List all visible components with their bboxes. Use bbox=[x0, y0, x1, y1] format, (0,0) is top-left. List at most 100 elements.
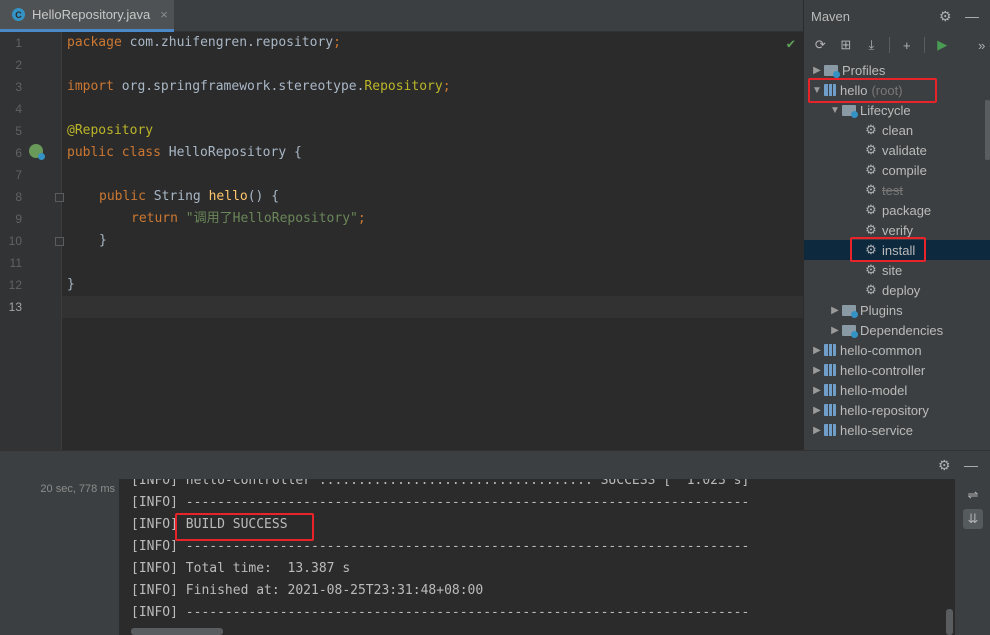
console-line: [INFO] ---------------------------------… bbox=[131, 602, 749, 624]
gear-icon: ⚙ bbox=[864, 262, 878, 278]
highlight-box-build-success bbox=[175, 513, 314, 541]
maven-module-icon bbox=[824, 364, 836, 376]
spring-bean-icon[interactable] bbox=[29, 144, 43, 158]
code-area[interactable]: package com.zhuifengren.repository; impo… bbox=[62, 32, 803, 450]
code-line: } bbox=[67, 274, 75, 296]
line-number: 1 bbox=[0, 32, 22, 54]
maven-module-icon bbox=[824, 404, 836, 416]
run-header: ⚙ — bbox=[0, 451, 990, 479]
chevron-right-icon[interactable]: ▶ bbox=[828, 325, 842, 336]
line-number: 12 bbox=[0, 274, 22, 296]
console-line: [INFO] Finished at: 2021-08-25T23:31:48+… bbox=[131, 580, 483, 602]
goal-test-skipped[interactable]: ⚙test bbox=[864, 180, 903, 200]
chevron-right-icon[interactable]: ▶ bbox=[810, 385, 824, 396]
gear-icon[interactable]: ⚙ bbox=[939, 8, 952, 25]
line-number: 11 bbox=[0, 252, 22, 274]
highlight-box-install bbox=[850, 237, 926, 262]
line-number: 2 bbox=[0, 54, 22, 76]
goal-site[interactable]: ⚙site bbox=[864, 260, 902, 280]
minimize-icon[interactable]: — bbox=[964, 457, 978, 473]
chevron-right-icon[interactable]: ▶ bbox=[810, 425, 824, 436]
vertical-scrollbar[interactable] bbox=[946, 609, 953, 635]
chevron-right-icon[interactable]: ▶ bbox=[810, 405, 824, 416]
code-line: public class HelloRepository { bbox=[67, 142, 302, 164]
run-tree: 20 sec, 778 ms bbox=[0, 479, 119, 635]
gear-icon: ⚙ bbox=[864, 142, 878, 158]
chevron-right-icon[interactable]: ▶ bbox=[810, 345, 824, 356]
goal-package[interactable]: ⚙package bbox=[864, 200, 931, 220]
tree-item-module[interactable]: ▶hello-model bbox=[810, 380, 907, 400]
editor-tab-bar: C HelloRepository.java × bbox=[0, 0, 803, 32]
goal-clean[interactable]: ⚙clean bbox=[864, 120, 913, 140]
tree-item-module[interactable]: ▶hello-repository bbox=[810, 400, 929, 420]
tree-item-module[interactable]: ▶hello-controller bbox=[810, 360, 925, 380]
console-line: [INFO] Total time: 13.387 s bbox=[131, 558, 350, 580]
code-line: public String hello() { bbox=[99, 186, 279, 208]
gear-icon: ⚙ bbox=[864, 222, 878, 238]
gear-icon: ⚙ bbox=[864, 122, 878, 138]
close-icon[interactable]: × bbox=[160, 7, 168, 22]
chevron-right-icon[interactable]: ▶ bbox=[810, 365, 824, 376]
run-panel: ⚙ — 20 sec, 778 ms [INFO] hello-controll… bbox=[0, 450, 990, 634]
download-icon[interactable]: ⤓ bbox=[863, 37, 880, 53]
line-number: 9 bbox=[0, 208, 22, 230]
line-number: 5 bbox=[0, 120, 22, 142]
tree-item-module[interactable]: ▶hello-common bbox=[810, 340, 922, 360]
console-output[interactable]: [INFO] hello-controller ................… bbox=[119, 479, 955, 635]
maven-module-icon bbox=[824, 424, 836, 436]
console-side-toolbar: ⇌ ⇊ bbox=[955, 479, 990, 635]
tab-hello-repository[interactable]: C HelloRepository.java × bbox=[0, 0, 174, 32]
more-icon[interactable]: » bbox=[974, 38, 990, 53]
line-number: 8 bbox=[0, 186, 22, 208]
run-icon[interactable]: ▶ bbox=[934, 37, 951, 53]
maven-module-icon bbox=[824, 344, 836, 356]
line-number: 7 bbox=[0, 164, 22, 186]
inspection-ok-icon[interactable]: ✔ bbox=[787, 36, 795, 52]
chevron-right-icon[interactable]: ▶ bbox=[828, 305, 842, 316]
console-line: [INFO] hello-controller ................… bbox=[131, 479, 749, 492]
gear-icon: ⚙ bbox=[864, 182, 878, 198]
maven-scrollbar[interactable] bbox=[985, 100, 990, 160]
maven-title: Maven bbox=[811, 9, 850, 24]
soft-wrap-icon[interactable]: ⇌ bbox=[963, 485, 983, 505]
add-project-icon[interactable]: + bbox=[899, 38, 916, 53]
tree-item-plugins[interactable]: ▶ Plugins bbox=[828, 300, 903, 320]
line-number: 4 bbox=[0, 98, 22, 120]
highlight-box-root bbox=[808, 78, 937, 103]
code-line: } bbox=[99, 230, 107, 252]
console-line: [INFO] ---------------------------------… bbox=[131, 492, 749, 514]
code-line: import org.springframework.stereotype.Re… bbox=[67, 76, 451, 98]
goal-validate[interactable]: ⚙validate bbox=[864, 140, 927, 160]
maven-panel: Maven ⚙ — ⟳ ⊞ ⤓ + ▶ » ▶ Profiles ▼ hello… bbox=[803, 0, 990, 450]
chevron-down-icon[interactable]: ▼ bbox=[828, 105, 842, 116]
gear-icon: ⚙ bbox=[864, 162, 878, 178]
tree-item-dependencies[interactable]: ▶ Dependencies bbox=[828, 320, 943, 340]
tree-item-module[interactable]: ▶hello-service bbox=[810, 420, 913, 440]
toolbar-divider bbox=[924, 37, 925, 53]
code-line: return "调用了HelloRepository"; bbox=[131, 208, 366, 230]
minimize-icon[interactable]: — bbox=[965, 8, 979, 24]
goal-compile[interactable]: ⚙compile bbox=[864, 160, 927, 180]
dependencies-icon bbox=[842, 325, 856, 336]
maven-module-icon bbox=[824, 384, 836, 396]
line-number: 3 bbox=[0, 76, 22, 98]
editor-gutter: 1 2 3 4 5 6 7 8 9 10 11 12 13 bbox=[0, 32, 62, 450]
code-line: @Repository bbox=[67, 120, 153, 142]
gear-icon: ⚙ bbox=[864, 282, 878, 298]
code-editor[interactable]: C HelloRepository.java × 1 2 3 4 5 6 7 8… bbox=[0, 0, 803, 450]
maven-header: Maven ⚙ — bbox=[804, 0, 990, 32]
folder-icon bbox=[824, 65, 838, 76]
goal-deploy[interactable]: ⚙deploy bbox=[864, 280, 920, 300]
tree-item-lifecycle[interactable]: ▼ Lifecycle bbox=[828, 100, 911, 120]
folder-icon bbox=[842, 105, 856, 116]
code-line: package com.zhuifengren.repository; bbox=[67, 32, 341, 54]
line-number: 6 bbox=[0, 142, 22, 164]
tree-item-profiles[interactable]: ▶ Profiles bbox=[810, 60, 885, 80]
folder-icon bbox=[842, 305, 856, 316]
scroll-to-end-icon[interactable]: ⇊ bbox=[963, 509, 983, 529]
gear-icon[interactable]: ⚙ bbox=[938, 457, 951, 474]
reload-icon[interactable]: ⟳ bbox=[812, 37, 829, 53]
generate-sources-icon[interactable]: ⊞ bbox=[838, 37, 855, 53]
chevron-right-icon[interactable]: ▶ bbox=[810, 65, 824, 76]
line-number: 10 bbox=[0, 230, 22, 252]
